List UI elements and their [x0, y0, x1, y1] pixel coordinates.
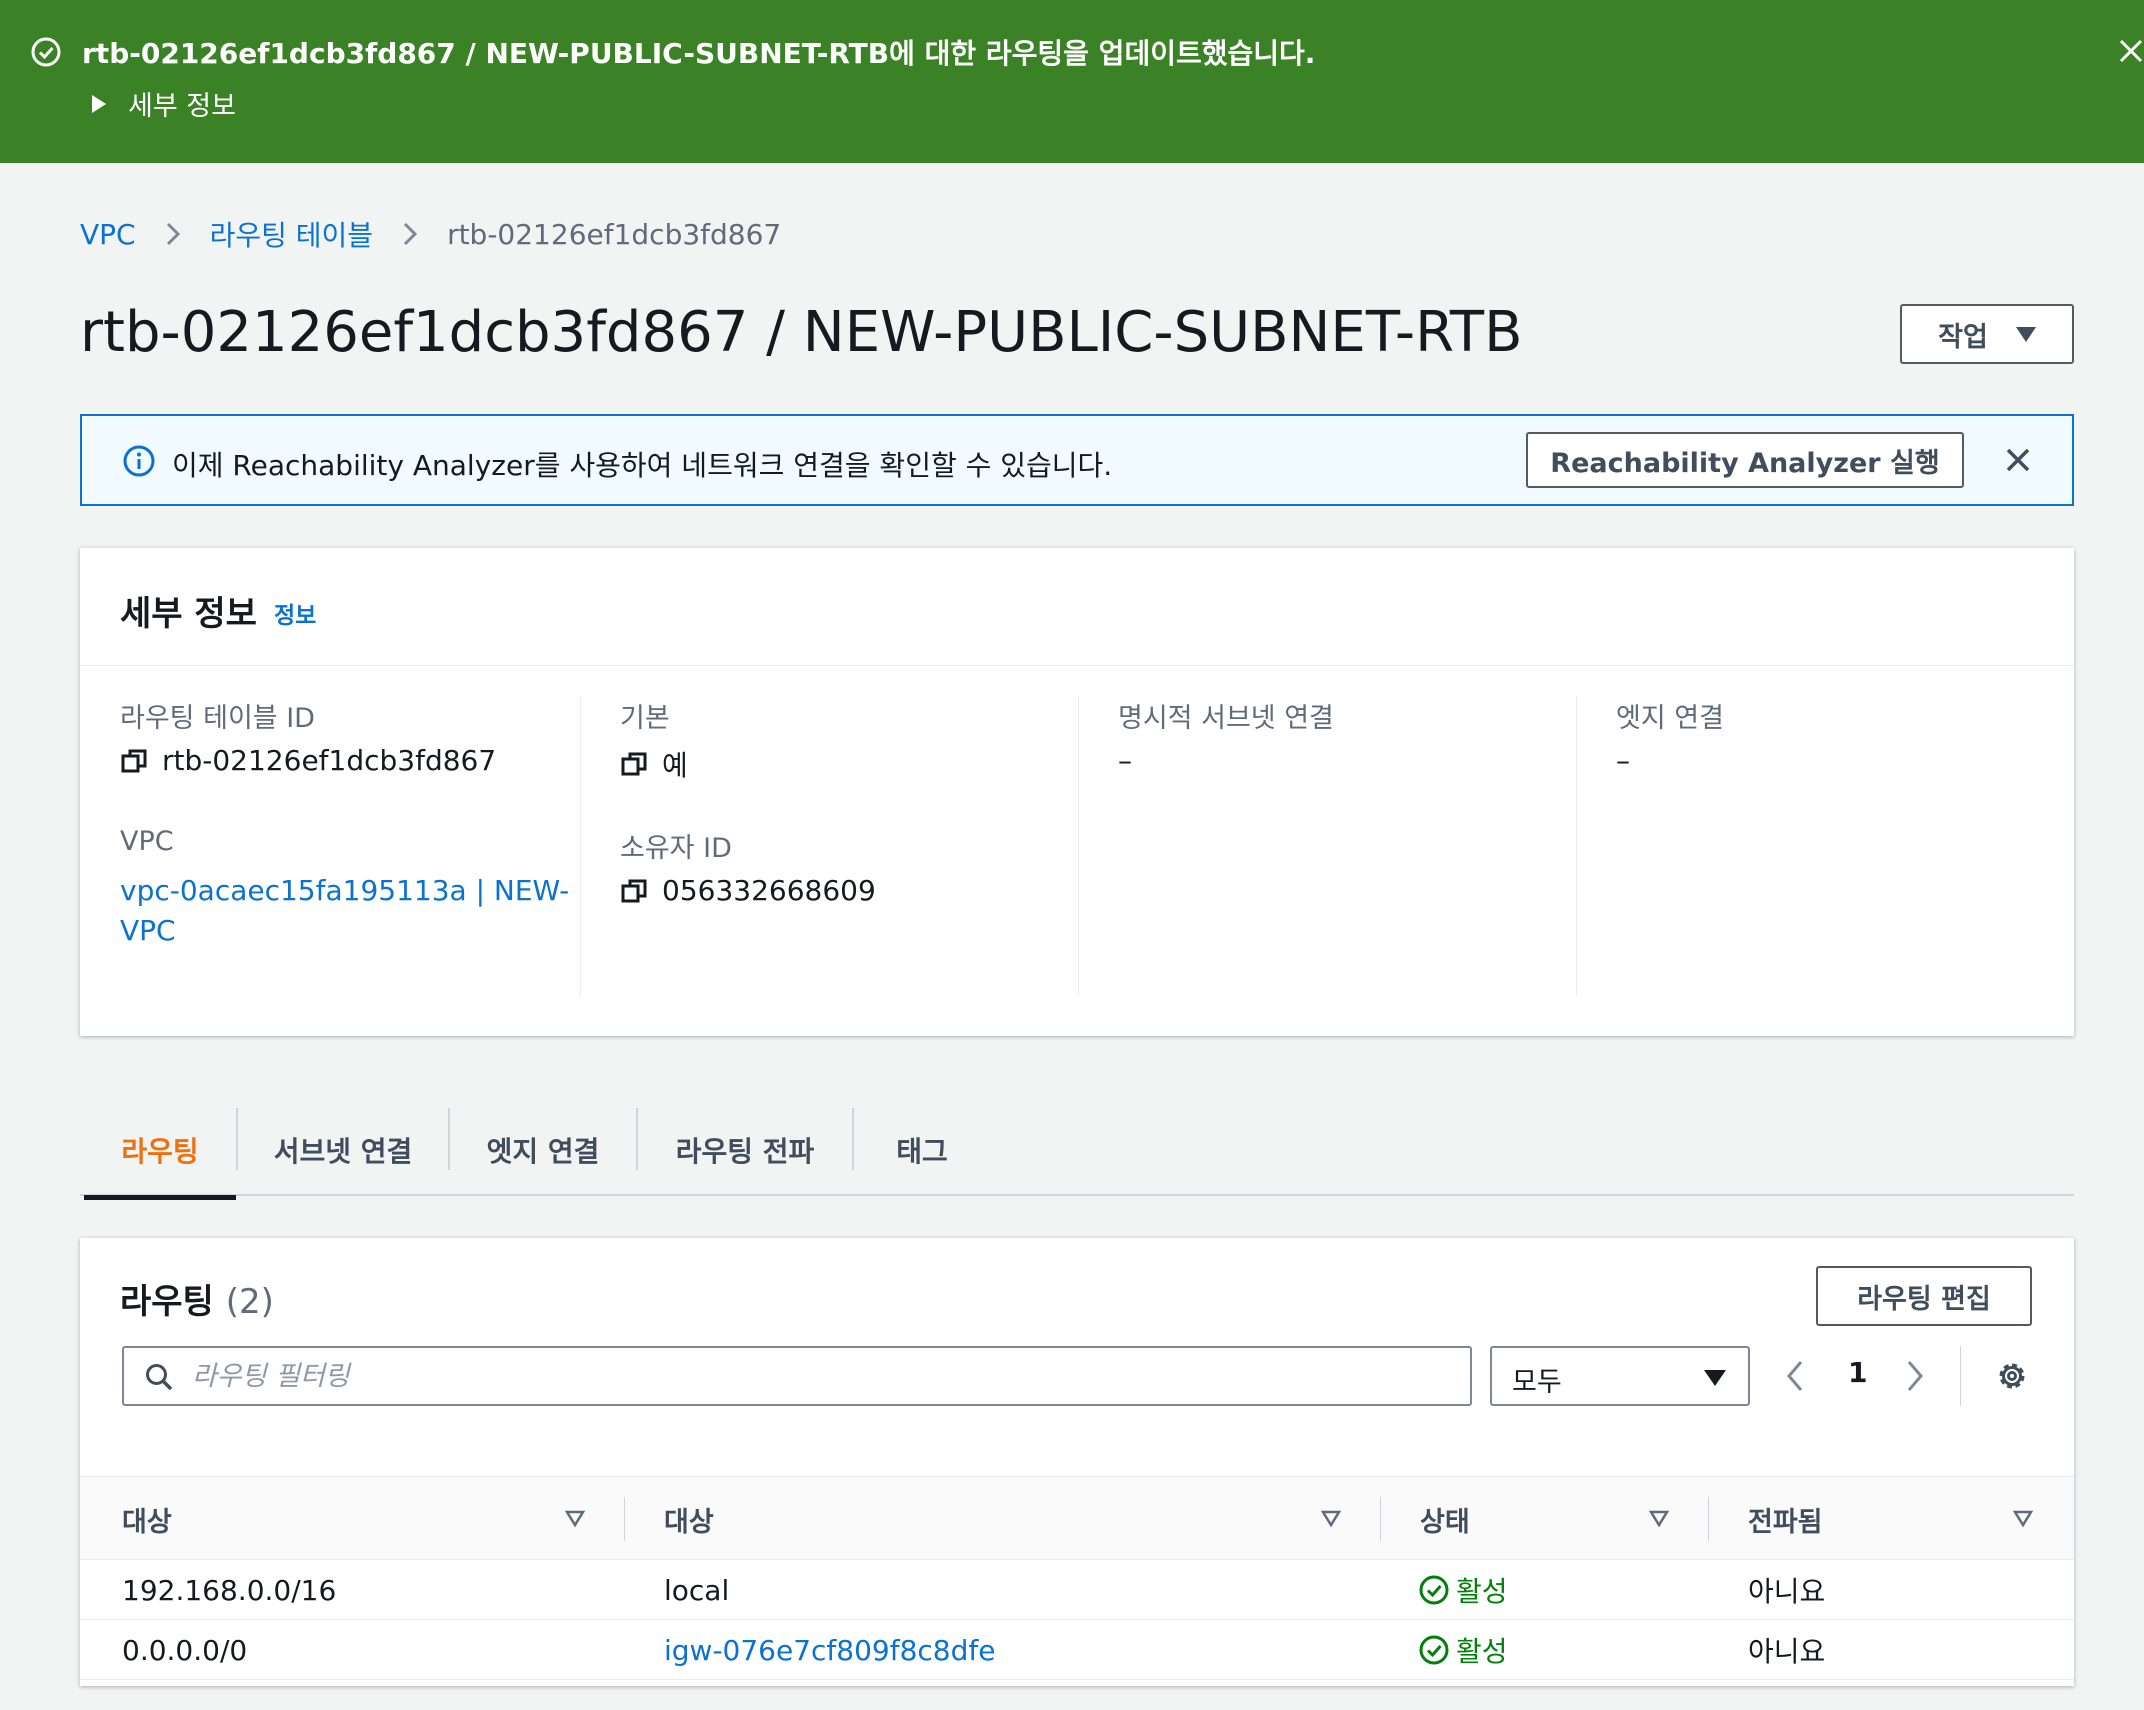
breadcrumb-route-tables[interactable]: 라우팅 테이블	[210, 214, 373, 254]
tab-list: 라우팅 서브넷 연결 엣지 연결 라우팅 전파 태그	[80, 1104, 2074, 1200]
tab-edge-associations[interactable]: 엣지 연결	[450, 1104, 636, 1196]
copy-icon[interactable]	[120, 747, 148, 775]
divider	[1576, 696, 1577, 996]
route-status: 활성	[1418, 1560, 1508, 1620]
flash-message: rtb-02126ef1dcb3fd867 / NEW-PUBLIC-SUBNE…	[82, 37, 1316, 70]
success-flashbar: rtb-02126ef1dcb3fd867 / NEW-PUBLIC-SUBNE…	[0, 0, 2144, 163]
info-alert-text: 이제 Reachability Analyzer를 사용하여 네트워크 연결을 …	[172, 449, 1113, 482]
details-title: 세부 정보	[120, 594, 257, 634]
divider	[1708, 1497, 1709, 1541]
explicit-subnet-value: –	[1118, 744, 1132, 777]
divider	[1380, 1497, 1381, 1541]
divider	[1960, 1346, 1961, 1406]
current-page[interactable]: 1	[1848, 1356, 1867, 1389]
caret-down-icon	[2015, 326, 2036, 342]
route-filter-input[interactable]	[192, 1356, 1452, 1396]
route-table-id-label: 라우팅 테이블 ID	[120, 703, 315, 734]
tab-subnet-associations[interactable]: 서브넷 연결	[238, 1104, 448, 1196]
route-status: 활성	[1418, 1620, 1508, 1680]
run-reachability-analyzer-button[interactable]: Reachability Analyzer 실행	[1526, 432, 1964, 488]
sort-icon[interactable]	[564, 1507, 586, 1529]
status-filter-select[interactable]: 모두	[1490, 1346, 1750, 1406]
search-icon	[146, 1364, 173, 1391]
edge-association-value: –	[1616, 744, 1630, 777]
route-target-link[interactable]: igw-076e7cf809f8c8dfe	[664, 1620, 995, 1680]
actions-button[interactable]: 작업	[1900, 304, 2074, 364]
success-check-icon	[31, 37, 61, 67]
sort-icon[interactable]	[1320, 1507, 1342, 1529]
details-col-2: 기본 예 소유자 ID 056332668609	[620, 696, 1119, 996]
column-header-destination[interactable]: 대상	[122, 1477, 172, 1561]
details-col-3: 명시적 서브넷 연결 –	[1118, 696, 1617, 996]
vpc-link-line2[interactable]: VPC	[120, 914, 176, 947]
main-label: 기본	[620, 703, 670, 734]
select-value: 모두	[1512, 1367, 1562, 1398]
breadcrumb: VPC 라우팅 테이블 rtb-02126ef1dcb3fd867	[80, 214, 781, 254]
main-value: 예	[620, 744, 688, 784]
route-propagated: 아니요	[1748, 1575, 1826, 1608]
details-panel: 세부 정보 정보 라우팅 테이블 ID rtb-02126ef1dcb3fd86…	[80, 548, 2074, 1036]
copy-icon[interactable]	[620, 750, 648, 778]
route-propagated: 아니요	[1748, 1635, 1826, 1668]
details-info-link[interactable]: 정보	[274, 596, 316, 630]
routes-table-header: 대상 대상 상태 전파됨	[80, 1476, 2074, 1560]
edge-association-label: 엣지 연결	[1616, 703, 1724, 734]
column-header-target[interactable]: 대상	[664, 1477, 714, 1561]
route-table-id-value: rtb-02126ef1dcb3fd867	[120, 744, 496, 777]
route-filter[interactable]	[122, 1346, 1472, 1406]
details-header: 세부 정보 정보	[80, 548, 2074, 666]
sort-icon[interactable]	[1648, 1507, 1670, 1529]
dismiss-icon[interactable]	[2002, 444, 2034, 476]
owner-id-label: 소유자 ID	[620, 833, 732, 864]
route-target: local	[664, 1573, 730, 1607]
copy-icon[interactable]	[620, 877, 648, 905]
close-icon[interactable]	[2116, 36, 2144, 66]
sort-icon[interactable]	[2012, 1507, 2034, 1529]
chevron-left-icon[interactable]	[1780, 1356, 1810, 1396]
details-col-4: 엣지 연결 –	[1616, 696, 2115, 996]
caret-right-icon	[92, 94, 106, 113]
status-success-icon	[1419, 1635, 1449, 1665]
breadcrumb-current: rtb-02126ef1dcb3fd867	[447, 217, 782, 251]
tab-routes[interactable]: 라우팅	[84, 1104, 236, 1200]
owner-id-value: 056332668609	[620, 874, 876, 907]
chevron-right-icon	[404, 222, 418, 246]
divider	[1078, 696, 1079, 996]
page-title: rtb-02126ef1dcb3fd867 / NEW-PUBLIC-SUBNE…	[80, 300, 1523, 365]
info-icon	[123, 445, 155, 477]
route-destination: 0.0.0.0/0	[122, 1633, 248, 1667]
flash-details-label: 세부 정보	[128, 91, 236, 122]
tab-tags[interactable]: 태그	[854, 1104, 990, 1196]
route-destination: 192.168.0.0/16	[122, 1573, 337, 1607]
status-success-icon	[1419, 1575, 1449, 1605]
divider	[624, 1497, 625, 1541]
chevron-right-icon	[166, 222, 180, 246]
table-row: 0.0.0.0/0 igw-076e7cf809f8c8dfe 활성 아니요	[80, 1620, 2074, 1680]
details-col-1: 라우팅 테이블 ID rtb-02126ef1dcb3fd867 VPC vpc…	[120, 696, 619, 996]
column-header-propagated[interactable]: 전파됨	[1748, 1477, 1823, 1561]
table-row: 192.168.0.0/16 local 활성 아니요	[80, 1560, 2074, 1620]
caret-down-icon	[1704, 1370, 1726, 1386]
explicit-subnet-label: 명시적 서브넷 연결	[1118, 703, 1334, 734]
vpc-link-line1[interactable]: vpc-0acaec15fa195113a | NEW-	[120, 874, 569, 907]
edit-routes-button[interactable]: 라우팅 편집	[1816, 1266, 2032, 1326]
flash-details-toggle[interactable]: 세부 정보	[92, 84, 236, 123]
breadcrumb-vpc[interactable]: VPC	[80, 218, 136, 251]
divider	[580, 696, 581, 996]
routes-count: (2)	[225, 1282, 274, 1322]
routes-title: 라우팅 (2)	[120, 1282, 274, 1322]
chevron-right-icon[interactable]	[1900, 1356, 1930, 1396]
vpc-label: VPC	[120, 826, 174, 857]
actions-button-label: 작업	[1938, 321, 1988, 353]
routes-panel: 라우팅 (2) 모두 1 대상 대상 상태	[80, 1238, 2074, 1686]
column-header-status[interactable]: 상태	[1420, 1477, 1470, 1561]
gear-icon[interactable]	[1994, 1358, 2030, 1394]
tab-route-propagation[interactable]: 라우팅 전파	[638, 1104, 852, 1196]
